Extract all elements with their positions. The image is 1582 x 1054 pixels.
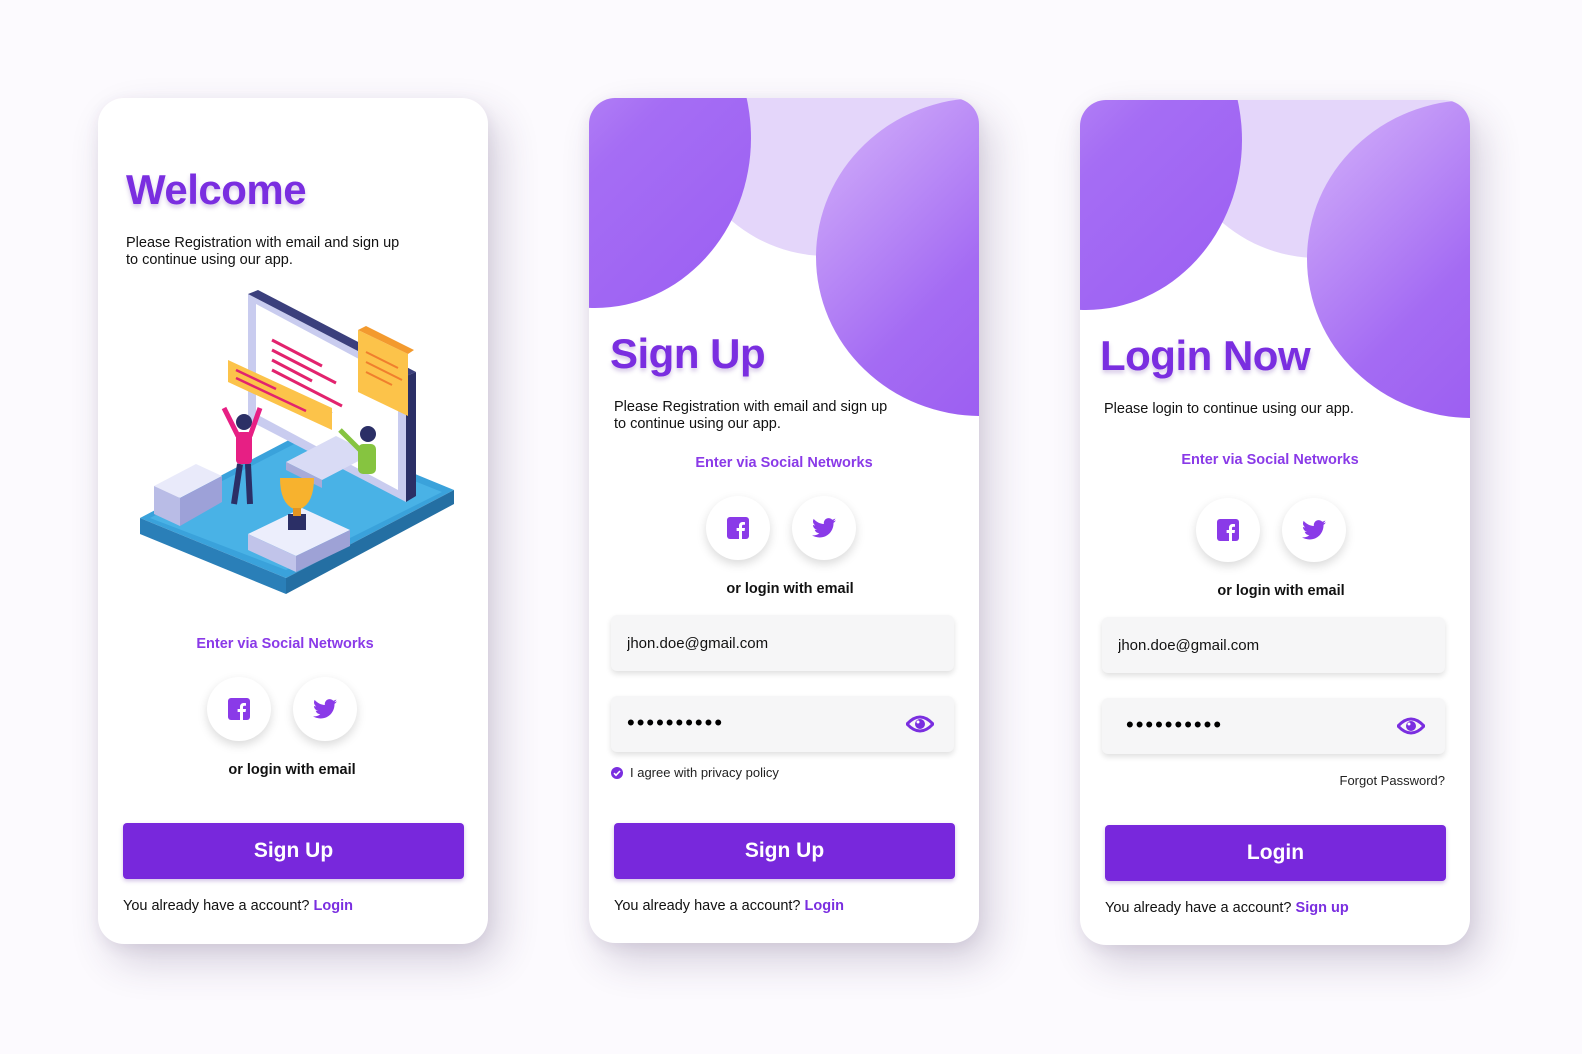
email-input[interactable]: [1118, 617, 1388, 673]
facebook-button[interactable]: [706, 496, 770, 560]
facebook-button[interactable]: [1196, 498, 1260, 562]
facebook-icon: [1217, 519, 1239, 541]
password-field[interactable]: ••••••••••: [611, 696, 954, 752]
page-description: Please Registration with email and sign …: [614, 399, 887, 433]
check-icon[interactable]: [611, 766, 623, 779]
description-line-1: Please Registration with email and sign …: [614, 399, 888, 415]
twitter-icon: [812, 518, 836, 538]
footer-text: You already have a account?: [1105, 900, 1296, 916]
twitter-button[interactable]: [293, 677, 357, 741]
email-input[interactable]: [627, 615, 897, 671]
footer-text: You already have a account?: [123, 898, 314, 914]
decor-circle-left: [1080, 100, 1242, 310]
twitter-icon: [313, 699, 337, 719]
description-line-1: Please Registration with email and sign …: [126, 235, 400, 251]
welcome-screen: Welcome Please Registration with email a…: [98, 98, 488, 944]
footer-text: You already have a account?: [614, 898, 805, 914]
or-login-with-email: or login with email: [1217, 583, 1345, 599]
account-footer: You already have a account? Sign up: [1105, 900, 1349, 916]
page-description: Please login to continue using our app.: [1104, 401, 1354, 417]
page-title: Login Now: [1100, 332, 1311, 379]
login-link[interactable]: Login: [314, 898, 353, 914]
login-screen: Login Now Please login to continue using…: [1080, 100, 1470, 945]
social-networks-title: Enter via Social Networks: [1181, 452, 1359, 468]
twitter-button[interactable]: [1282, 498, 1346, 562]
password-input[interactable]: ••••••••••: [1126, 712, 1223, 738]
page-title: Welcome: [126, 166, 307, 213]
description-line-2: to continue using our app.: [614, 416, 781, 432]
or-login-with-email: or login with email: [726, 581, 854, 597]
facebook-icon: [727, 517, 749, 539]
privacy-agreement[interactable]: I agree with privacy policy: [611, 765, 779, 780]
email-field[interactable]: [1102, 617, 1445, 673]
account-footer: You already have a account? Login: [123, 898, 353, 914]
twitter-icon: [1302, 520, 1326, 540]
social-networks-title: Enter via Social Networks: [196, 636, 374, 652]
description-line-2: to continue using our app.: [126, 252, 293, 268]
sign-up-button[interactable]: Sign Up: [614, 823, 955, 879]
sign-up-button[interactable]: Sign Up: [123, 823, 464, 879]
facebook-button[interactable]: [207, 677, 271, 741]
account-footer: You already have a account? Login: [614, 898, 844, 914]
sign-up-link[interactable]: Sign up: [1296, 900, 1349, 916]
decor-circle-left: [589, 98, 751, 308]
email-field[interactable]: [611, 615, 954, 671]
forgot-password-link[interactable]: Forgot Password?: [1340, 773, 1446, 788]
login-button[interactable]: Login: [1105, 825, 1446, 881]
page-title: Sign Up: [610, 330, 766, 377]
or-login-with-email: or login with email: [228, 762, 356, 778]
password-input[interactable]: ••••••••••: [627, 710, 724, 736]
signup-screen: Sign Up Please Registration with email a…: [589, 98, 979, 943]
social-networks-title: Enter via Social Networks: [695, 455, 873, 471]
login-link[interactable]: Login: [805, 898, 844, 914]
page-description: Please Registration with email and sign …: [126, 235, 399, 269]
eye-icon[interactable]: [1397, 714, 1425, 738]
eye-icon[interactable]: [906, 712, 934, 736]
agree-label: I agree with privacy policy: [630, 765, 779, 780]
welcome-illustration: [140, 290, 454, 594]
password-field[interactable]: ••••••••••: [1102, 698, 1445, 754]
facebook-icon: [228, 698, 250, 720]
twitter-button[interactable]: [792, 496, 856, 560]
